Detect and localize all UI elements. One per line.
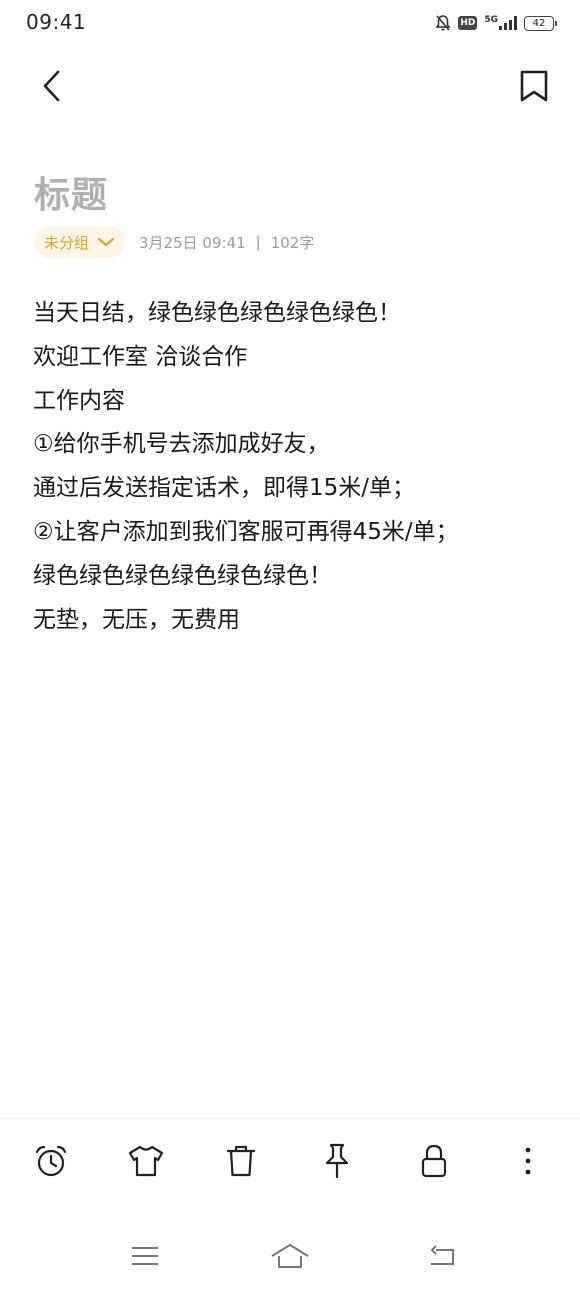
mute-bell-icon — [435, 14, 451, 32]
chevron-down-icon — [97, 237, 115, 247]
system-nav-bar — [0, 1228, 580, 1284]
status-bar: 09:41 HD 5G 42 — [0, 0, 580, 46]
status-icons: HD 5G 42 — [435, 12, 557, 34]
nav-menu-button[interactable] — [123, 1236, 167, 1276]
delete-button[interactable] — [221, 1141, 261, 1181]
alarm-clock-icon — [35, 1145, 67, 1177]
signal-5g-icon: 5G — [484, 16, 517, 30]
nav-home-button[interactable] — [268, 1236, 312, 1276]
tshirt-icon — [128, 1145, 164, 1177]
word-count: 102字 — [270, 233, 315, 252]
note-date: 3月25日 09:41 — [139, 233, 246, 252]
menu-icon — [132, 1247, 158, 1265]
battery-level: 42 — [532, 17, 546, 29]
chevron-left-icon — [43, 70, 60, 102]
nav-back-button[interactable] — [420, 1236, 464, 1276]
more-button[interactable] — [508, 1141, 548, 1181]
bookmark-button[interactable] — [512, 64, 556, 108]
note-line: 工作内容 — [33, 387, 125, 414]
meta-separator: | — [255, 233, 261, 251]
network-label: 5G — [484, 15, 498, 25]
group-label: 未分组 — [44, 233, 90, 252]
note-line: ①给你手机号去添加成好友， — [33, 431, 330, 458]
note-line: ②让客户添加到我们客服可再得45米/单； — [33, 518, 459, 545]
pin-button[interactable] — [317, 1141, 357, 1181]
note-meta-row: 未分组 3月25日 09:41 | 102字 — [34, 226, 314, 258]
status-time: 09:41 — [26, 10, 87, 34]
return-icon — [430, 1245, 454, 1265]
note-line: 欢迎工作室 洽谈合作 — [33, 343, 248, 370]
group-selector[interactable]: 未分组 — [34, 226, 126, 258]
note-line: 绿色绿色绿色绿色绿色绿色！ — [33, 562, 332, 589]
bookmark-icon — [520, 70, 548, 102]
more-vertical-icon — [525, 1147, 531, 1175]
note-body[interactable]: 当天日结，绿色绿色绿色绿色绿色！ 欢迎工作室 洽谈合作 工作内容 ①给你手机号去… — [33, 292, 553, 642]
home-icon — [271, 1244, 309, 1268]
back-button[interactable] — [30, 66, 74, 106]
note-toolbar — [0, 1118, 580, 1205]
note-title[interactable]: 标题 — [34, 166, 108, 218]
note-line: 通过后发送指定话术，即得15米/单； — [33, 475, 416, 502]
lock-icon — [421, 1144, 447, 1178]
hd-badge: HD — [458, 16, 478, 30]
skin-button[interactable] — [126, 1141, 166, 1181]
note-line: 当天日结，绿色绿色绿色绿色绿色！ — [33, 300, 401, 326]
battery-indicator: 42 — [524, 15, 557, 31]
lock-button[interactable] — [414, 1141, 454, 1181]
trash-icon — [226, 1145, 256, 1177]
note-meta: 3月25日 09:41 | 102字 — [139, 232, 314, 253]
reminder-button[interactable] — [31, 1141, 71, 1181]
pin-icon — [325, 1143, 349, 1179]
note-line: 无垫，无压，无费用 — [33, 606, 240, 633]
